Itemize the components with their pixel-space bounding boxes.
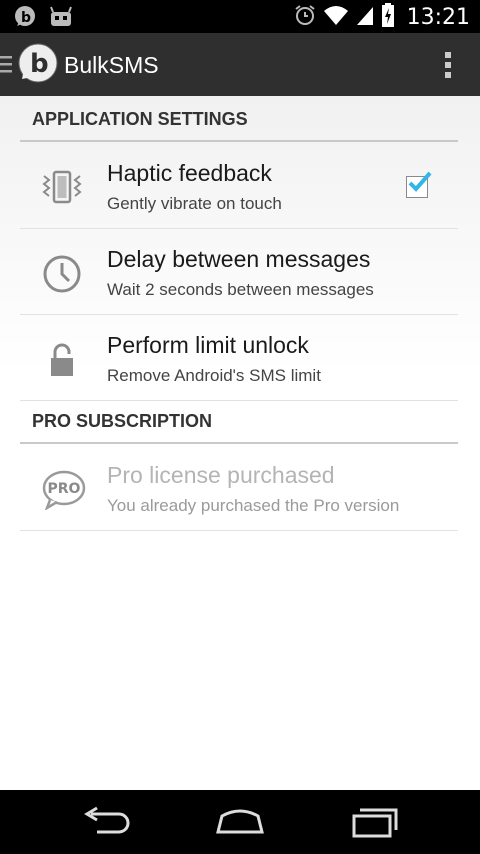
more-vertical-icon xyxy=(445,52,451,78)
bulksms-notification-icon: b xyxy=(12,4,38,35)
back-button[interactable] xyxy=(77,804,137,840)
pref-title: Perform limit unlock xyxy=(107,332,309,358)
pref-title: Haptic feedback xyxy=(107,160,272,186)
home-button[interactable] xyxy=(210,804,270,840)
pref-delay-between-messages[interactable]: Delay between messages Wait 2 seconds be… xyxy=(20,228,458,315)
overflow-menu-button[interactable] xyxy=(444,51,452,79)
pref-summary: Wait 2 seconds between messages xyxy=(107,280,374,299)
pref-summary: Gently vibrate on touch xyxy=(107,194,282,213)
app-title: BulkSMS xyxy=(64,52,159,78)
status-bar: b 13:21 xyxy=(0,0,480,33)
battery-charging-icon xyxy=(381,2,395,33)
section-header-pro-subscription: PRO SUBSCRIPTION xyxy=(20,398,458,444)
cell-signal-icon xyxy=(355,3,375,32)
android-robot-icon xyxy=(48,4,74,35)
recent-apps-icon xyxy=(352,808,398,838)
svg-text:b: b xyxy=(21,10,31,26)
settings-list: APPLICATION SETTINGS Haptic feedback Gen… xyxy=(0,96,480,790)
pro-badge-text: PRO xyxy=(48,481,81,497)
navigation-bar xyxy=(0,790,480,854)
pref-title: Pro license purchased xyxy=(107,462,335,488)
pro-badge-icon: PRO xyxy=(42,470,86,511)
wifi-icon xyxy=(323,3,349,32)
clock-time: 13:21 xyxy=(406,5,470,30)
app-home-button[interactable]: b xyxy=(0,43,60,87)
pref-summary: Remove Android's SMS limit xyxy=(107,366,321,385)
clock-icon xyxy=(42,254,82,294)
pref-title: Delay between messages xyxy=(107,246,371,272)
pref-perform-limit-unlock[interactable]: Perform limit unlock Remove Android's SM… xyxy=(20,314,458,401)
section-header-application-settings: APPLICATION SETTINGS xyxy=(20,96,458,142)
svg-text:b: b xyxy=(30,49,49,79)
checkmark-icon xyxy=(408,171,432,192)
drawer-and-logo-icon: b xyxy=(0,43,58,83)
home-icon xyxy=(216,809,264,834)
haptic-feedback-checkbox[interactable] xyxy=(406,171,432,198)
recent-apps-button[interactable] xyxy=(344,804,404,840)
action-bar: b BulkSMS xyxy=(0,33,480,96)
pref-pro-license-purchased: PRO Pro license purchased You already pu… xyxy=(20,444,458,531)
pref-haptic-feedback[interactable]: Haptic feedback Gently vibrate on touch xyxy=(20,142,458,229)
vibrate-icon xyxy=(42,168,82,208)
lock-icon xyxy=(42,340,82,380)
pref-summary: You already purchased the Pro version xyxy=(107,496,400,515)
alarm-icon xyxy=(293,3,317,32)
back-arrow-icon xyxy=(84,806,130,834)
